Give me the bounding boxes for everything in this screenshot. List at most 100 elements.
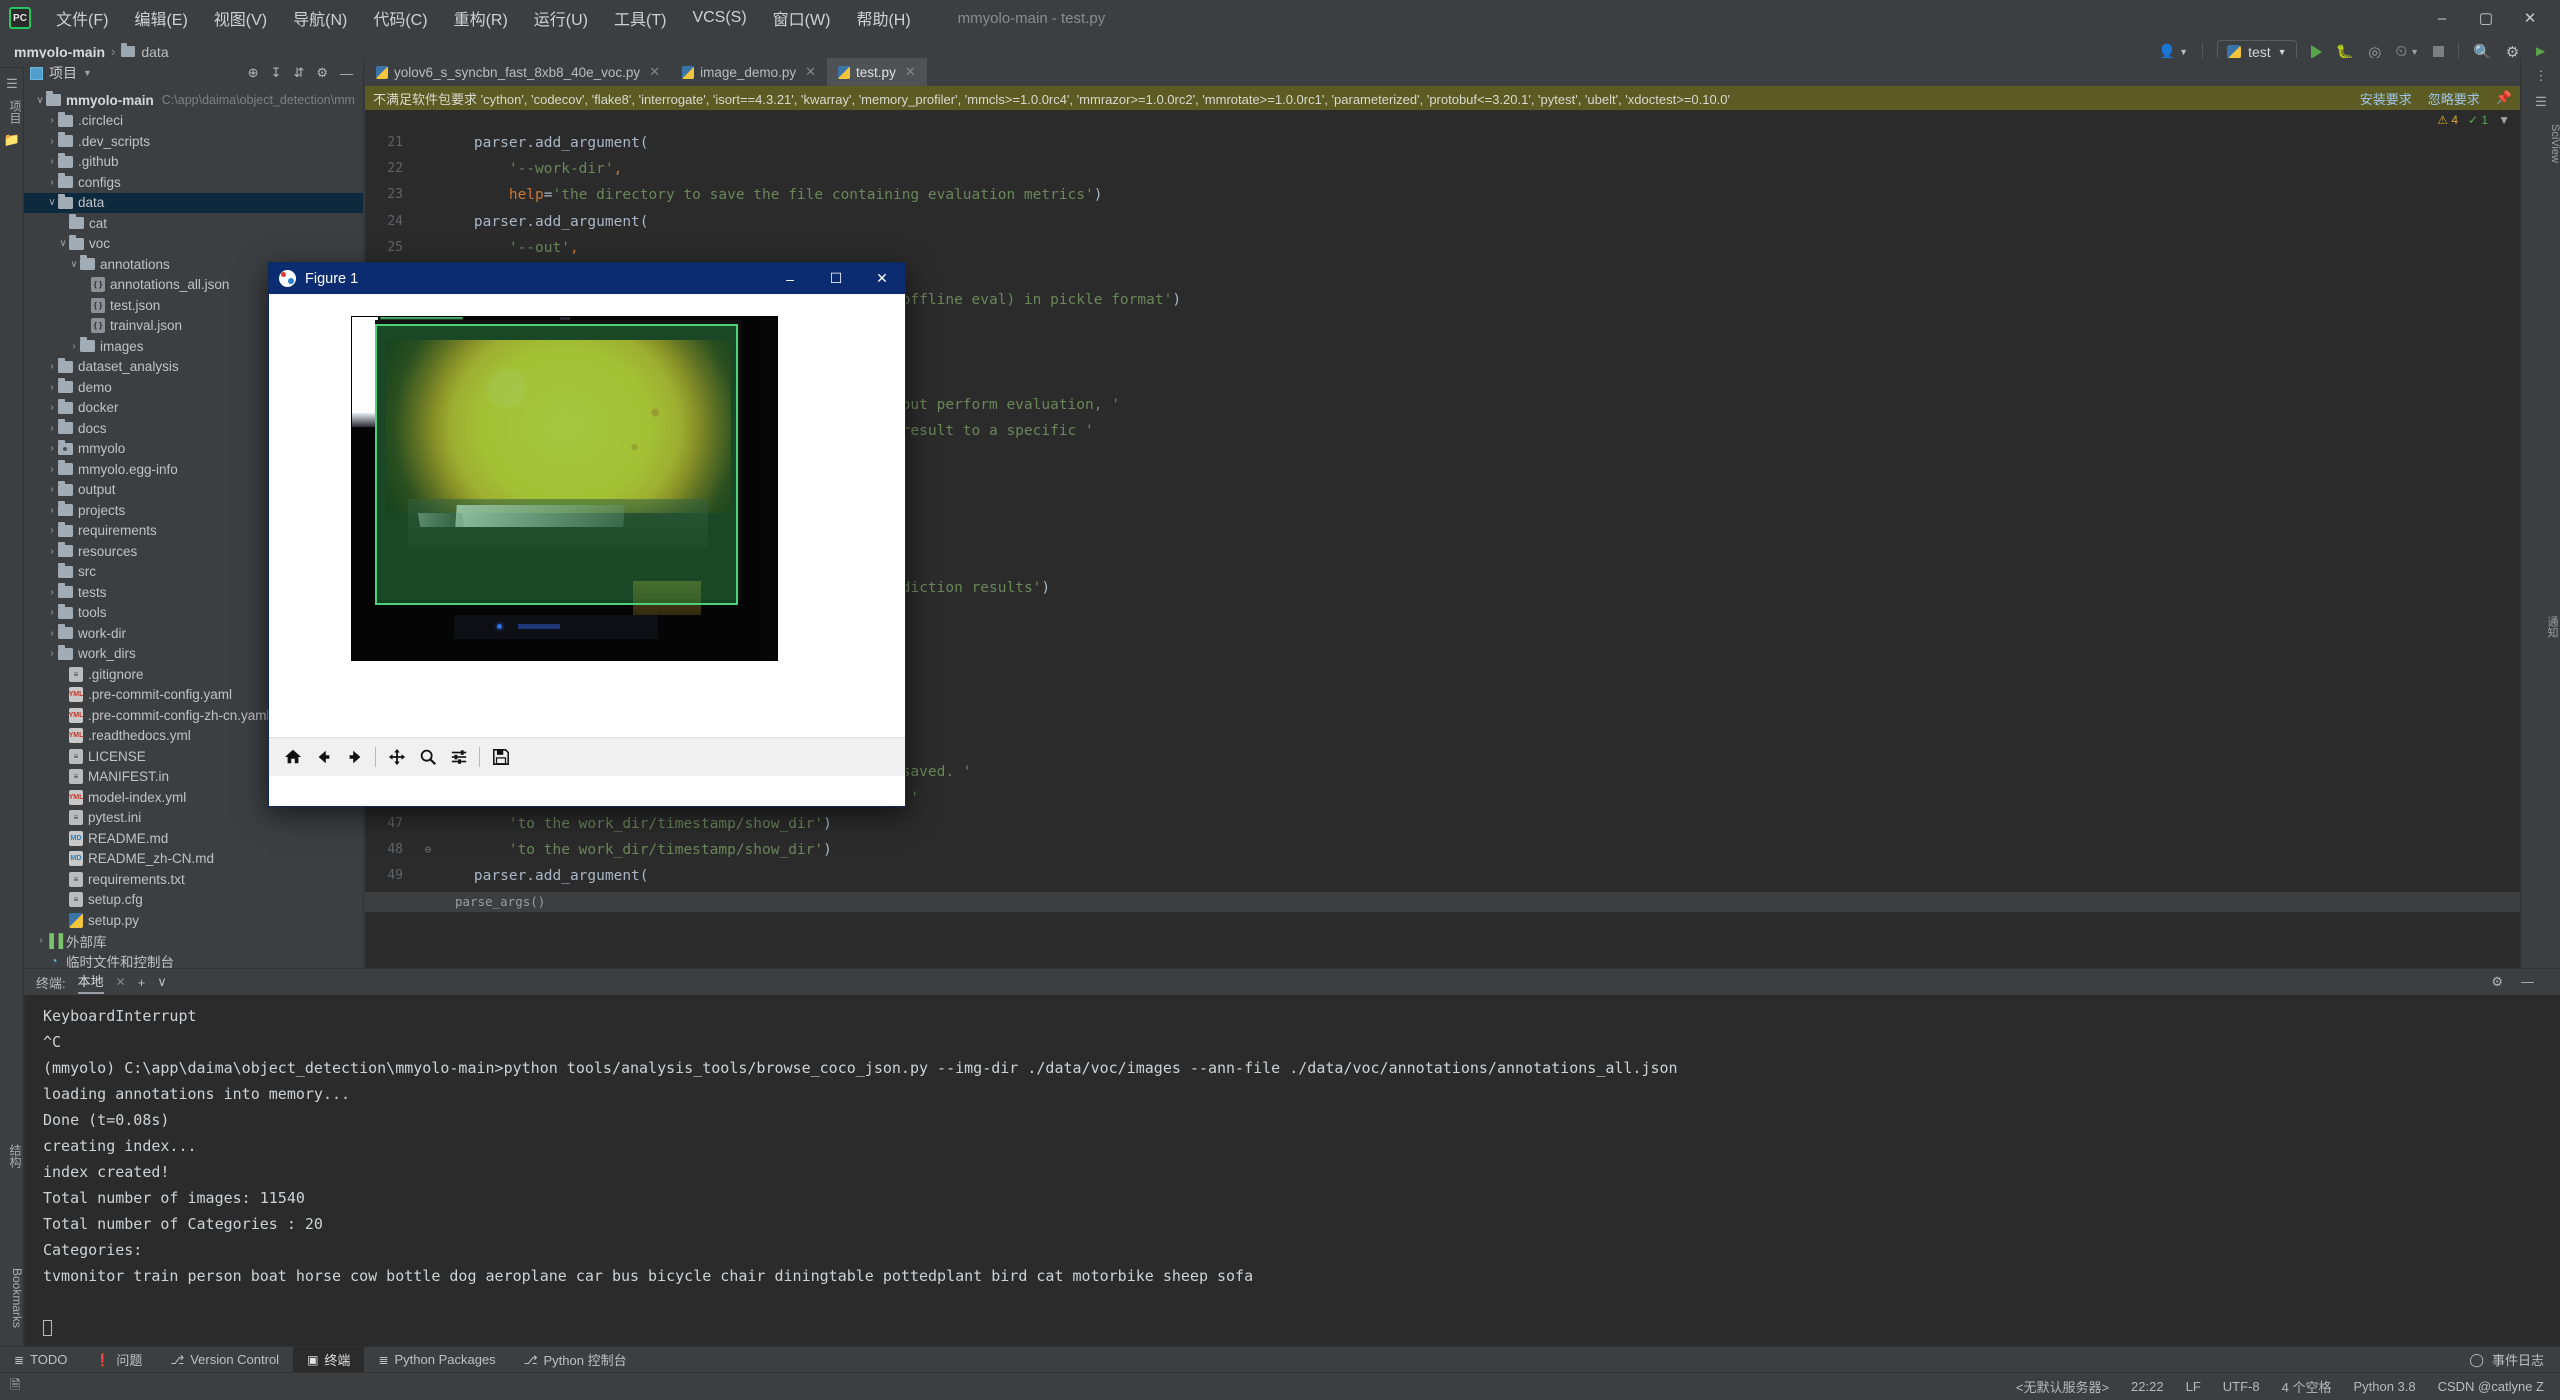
chevron-right-icon[interactable]: › bbox=[46, 505, 58, 516]
fold-marker[interactable] bbox=[417, 811, 439, 837]
stop-icon[interactable] bbox=[2433, 46, 2444, 57]
inspections-chevron-icon[interactable]: ▼ bbox=[2498, 113, 2510, 127]
more-options-icon[interactable]: ⋮ bbox=[2521, 68, 2560, 84]
figure-minimize-button[interactable]: – bbox=[767, 263, 813, 294]
tree-row[interactable]: ≡ setup.cfg bbox=[24, 890, 363, 911]
terminal-tab-close-icon[interactable]: ✕ bbox=[116, 975, 126, 989]
chevron-right-icon[interactable]: › bbox=[46, 177, 58, 188]
chevron-down-icon[interactable]: ∨ bbox=[68, 259, 80, 270]
status-indent[interactable]: 4 个空格 bbox=[2282, 1377, 2332, 1396]
status-server[interactable]: <无默认服务器> bbox=[2016, 1377, 2109, 1396]
tab-close-icon[interactable]: ✕ bbox=[905, 64, 916, 80]
tree-row[interactable]: ≡ requirements.txt bbox=[24, 869, 363, 890]
terminal-add-icon[interactable]: + bbox=[138, 975, 146, 990]
chevron-right-icon[interactable]: › bbox=[46, 607, 58, 618]
gear-icon[interactable]: ⚙ bbox=[316, 65, 328, 81]
chevron-right-icon[interactable]: › bbox=[46, 525, 58, 536]
back-arrow-icon[interactable] bbox=[308, 742, 339, 773]
figure-maximize-button[interactable]: ☐ bbox=[813, 263, 859, 294]
tool-window-button[interactable]: ≣ TODO bbox=[0, 1347, 81, 1373]
bookmark-icon[interactable]: 🗎 bbox=[10, 1376, 20, 1398]
tool-window-button[interactable]: ❗ 问题 bbox=[81, 1347, 156, 1373]
terminal-output[interactable]: KeyboardInterrupt ^C (mmyolo) C:\app\daima… bbox=[24, 995, 2560, 1358]
pin-icon[interactable]: 📌 bbox=[2496, 90, 2512, 106]
editor-tab[interactable]: yolov6_s_syncbn_fast_8xb8_40e_voc.py ✕ bbox=[365, 58, 671, 86]
status-interpreter[interactable]: Python 3.8 bbox=[2353, 1379, 2415, 1394]
chevron-right-icon[interactable]: › bbox=[46, 423, 58, 434]
chevron-right-icon[interactable]: › bbox=[46, 115, 58, 126]
figure-close-button[interactable]: ✕ bbox=[859, 263, 905, 294]
tool-window-button[interactable]: ⎇ Version Control bbox=[156, 1347, 293, 1373]
tab-close-icon[interactable]: ✕ bbox=[649, 64, 660, 80]
tree-row[interactable]: › configs bbox=[24, 172, 363, 193]
fold-marker[interactable] bbox=[417, 863, 439, 889]
menu-refactor[interactable]: 重构(R) bbox=[441, 2, 521, 34]
forward-arrow-icon[interactable] bbox=[339, 742, 370, 773]
menu-file[interactable]: 文件(F) bbox=[43, 2, 121, 34]
run-icon[interactable] bbox=[2310, 44, 2322, 59]
fold-marker[interactable] bbox=[417, 235, 439, 261]
status-encoding[interactable]: UTF-8 bbox=[2223, 1379, 2260, 1394]
chevron-right-icon[interactable]: › bbox=[46, 361, 58, 372]
chevron-right-icon[interactable]: › bbox=[68, 341, 80, 352]
terminal-chevron-down-icon[interactable]: ∨ bbox=[157, 974, 167, 990]
editor-tab[interactable]: test.py ✕ bbox=[827, 58, 927, 86]
ignore-requirements-link[interactable]: 忽略要求 bbox=[2428, 89, 2480, 108]
tree-row[interactable]: › .dev_scripts bbox=[24, 131, 363, 152]
editor-tab[interactable]: image_demo.py ✕ bbox=[671, 58, 827, 86]
menu-window[interactable]: 窗口(W) bbox=[760, 2, 844, 34]
chevron-down-icon[interactable]: ∨ bbox=[46, 197, 58, 208]
pan-icon[interactable] bbox=[381, 742, 412, 773]
matplotlib-figure-window[interactable]: Figure 1 – ☐ ✕ bbox=[268, 262, 906, 807]
fold-marker[interactable] bbox=[417, 156, 439, 182]
locate-icon[interactable]: ⊕ bbox=[248, 65, 259, 81]
menu-vcs[interactable]: VCS(S) bbox=[679, 5, 759, 31]
hide-icon[interactable]: — bbox=[340, 66, 353, 81]
tree-row[interactable]: › .circleci bbox=[24, 111, 363, 132]
fold-marker[interactable] bbox=[417, 182, 439, 208]
sciview-icon[interactable]: ☰ bbox=[2521, 94, 2560, 110]
zoom-icon[interactable] bbox=[412, 742, 443, 773]
fold-marker[interactable] bbox=[417, 130, 439, 156]
tree-row-root[interactable]: ∨ mmyolo-main C:\app\daima\object_detect… bbox=[24, 90, 363, 111]
chevron-right-icon[interactable]: › bbox=[46, 156, 58, 167]
terminal-gear-icon[interactable]: ⚙ bbox=[2491, 974, 2503, 990]
project-pane-title[interactable]: 项目 ▼ bbox=[30, 63, 92, 83]
event-log-label[interactable]: 事件日志 bbox=[2492, 1350, 2544, 1369]
tool-window-button[interactable]: ▣ 终端 bbox=[293, 1346, 365, 1373]
home-icon[interactable] bbox=[277, 742, 308, 773]
status-position[interactable]: 22:22 bbox=[2131, 1379, 2164, 1394]
chevron-right-icon[interactable]: › bbox=[46, 484, 58, 495]
menu-help[interactable]: 帮助(H) bbox=[843, 2, 923, 34]
sciview-label[interactable]: SciView bbox=[2521, 124, 2560, 163]
tree-row[interactable]: MD README.md bbox=[24, 828, 363, 849]
tree-row[interactable]: › ▐▐ 外部库 bbox=[24, 931, 363, 952]
chevron-right-icon[interactable]: › bbox=[46, 382, 58, 393]
tab-close-icon[interactable]: ✕ bbox=[805, 64, 816, 80]
chevron-right-icon[interactable]: › bbox=[46, 443, 58, 454]
chevron-right-icon[interactable]: › bbox=[46, 136, 58, 147]
close-button[interactable]: ✕ bbox=[2508, 1, 2552, 35]
tree-row[interactable]: ≡ pytest.ini bbox=[24, 808, 363, 829]
expand-all-icon[interactable]: ↧ bbox=[271, 65, 282, 81]
chevron-right-icon[interactable]: › bbox=[46, 402, 58, 413]
left-strip-project-label[interactable]: 项目 bbox=[0, 92, 24, 124]
check-count[interactable]: ✓ 1 bbox=[2468, 113, 2488, 127]
menu-code[interactable]: 代码(C) bbox=[360, 2, 440, 34]
collapse-all-icon[interactable]: ⇵ bbox=[293, 65, 304, 81]
chevron-right-icon[interactable]: › bbox=[46, 587, 58, 598]
bookmarks-label[interactable]: Bookmarks bbox=[0, 1260, 24, 1328]
tree-row[interactable]: MD README_zh-CN.md bbox=[24, 849, 363, 870]
tree-row[interactable]: cat bbox=[24, 213, 363, 234]
chevron-right-icon[interactable]: › bbox=[46, 628, 58, 639]
tree-row[interactable]: ∨ voc bbox=[24, 234, 363, 255]
save-icon[interactable] bbox=[485, 742, 516, 773]
chevron-down-icon[interactable]: ∨ bbox=[57, 238, 69, 249]
menu-edit[interactable]: 编辑(E) bbox=[121, 2, 200, 34]
maximize-button[interactable]: ▢ bbox=[2464, 1, 2508, 35]
minimize-button[interactable]: – bbox=[2420, 1, 2464, 35]
status-line-separator[interactable]: LF bbox=[2186, 1379, 2201, 1394]
notifications-label[interactable]: 通知 bbox=[2520, 616, 2560, 638]
figure-canvas[interactable]: tvmonitor 0 50 100 150 200 250 300 350 0 100 200 3… bbox=[269, 294, 905, 776]
configure-subplots-icon[interactable] bbox=[443, 742, 474, 773]
